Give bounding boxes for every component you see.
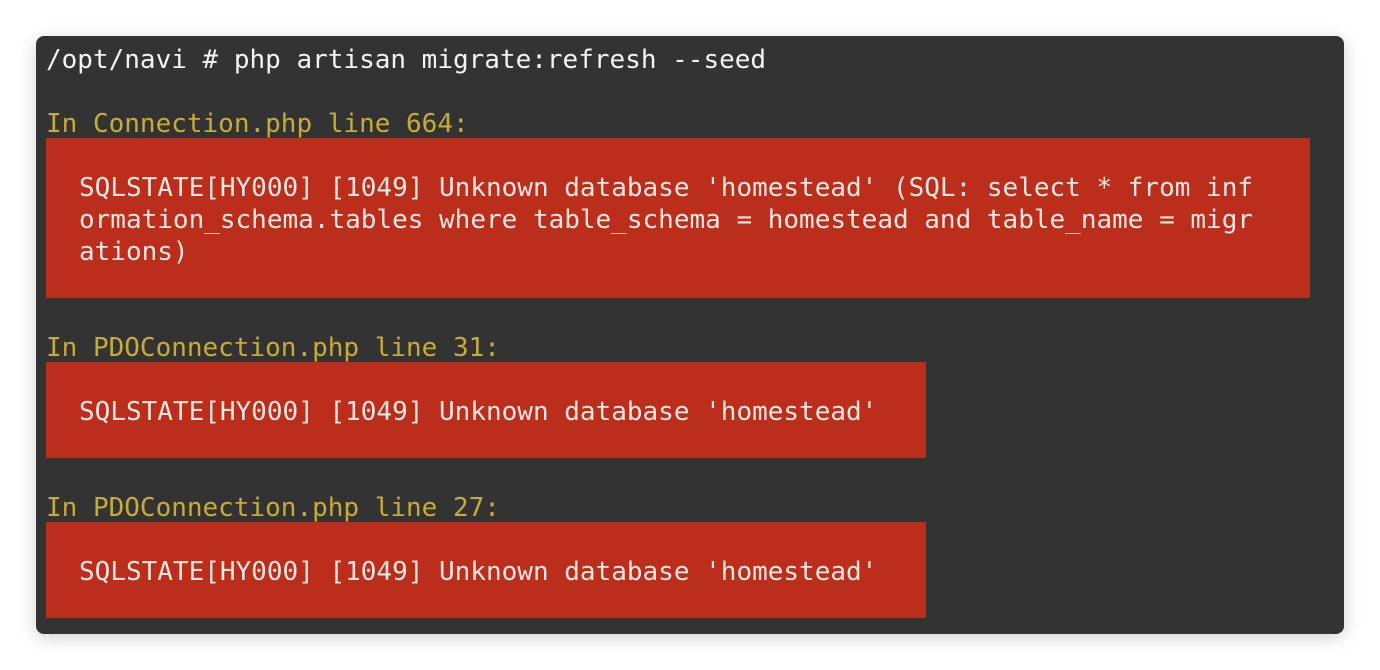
error-heading: In PDOConnection.php line 27: xyxy=(46,493,500,523)
error-message-line: SQLSTATE[HY000] [1049] Unknown database … xyxy=(79,557,878,587)
error-heading: In PDOConnection.php line 31: xyxy=(46,333,500,363)
error-block: SQLSTATE[HY000] [1049] Unknown database … xyxy=(46,138,1310,298)
error-message-line: SQLSTATE[HY000] [1049] Unknown database … xyxy=(79,397,878,427)
terminal-window[interactable]: /opt/navi # php artisan migrate:refresh … xyxy=(36,36,1344,634)
error-block: SQLSTATE[HY000] [1049] Unknown database … xyxy=(46,362,926,458)
error-heading: In Connection.php line 664: xyxy=(46,109,469,139)
error-message-line: ations) xyxy=(79,237,189,267)
error-message-line: SQLSTATE[HY000] [1049] Unknown database … xyxy=(79,173,1253,203)
error-message-line: ormation_schema.tables where table_schem… xyxy=(79,205,1253,235)
command-line: /opt/navi # php artisan migrate:refresh … xyxy=(46,45,767,75)
error-block: SQLSTATE[HY000] [1049] Unknown database … xyxy=(46,522,926,618)
